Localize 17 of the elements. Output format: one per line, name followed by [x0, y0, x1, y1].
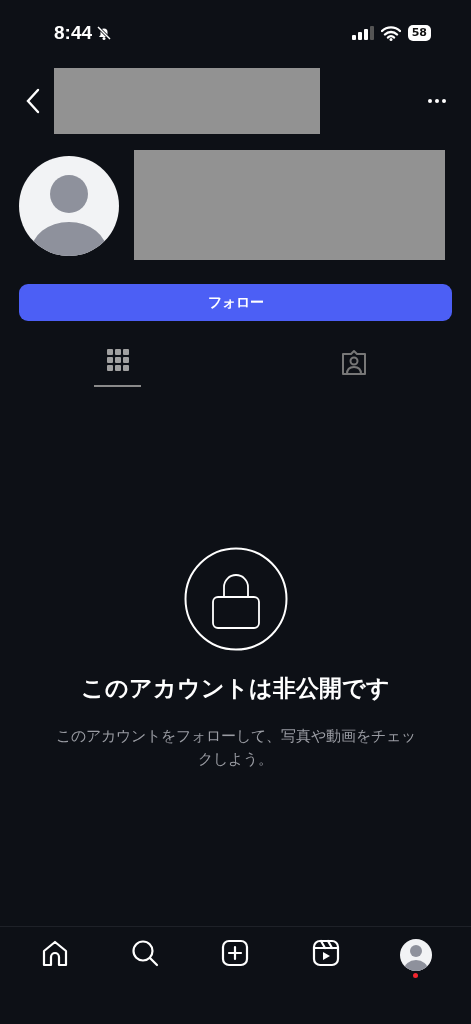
battery-indicator: 58 [407, 25, 431, 41]
private-account-title: このアカウントは非公開です [81, 674, 390, 703]
status-time: 8:44 [54, 22, 93, 44]
add-icon[interactable] [221, 939, 250, 967]
lock-icon [183, 547, 288, 651]
more-icon[interactable] [427, 98, 447, 104]
reels-icon[interactable] [311, 939, 340, 967]
search-icon[interactable] [131, 939, 160, 967]
tagged-person-icon [339, 349, 368, 377]
follow-button[interactable]: フォロー [19, 284, 452, 321]
grid-icon [106, 349, 129, 371]
private-account-message: このアカウントをフォローして、写真や動画をチェックしよう。 [54, 726, 417, 769]
wifi-icon [380, 25, 401, 41]
signal-icon [351, 26, 374, 40]
home-icon[interactable] [41, 939, 70, 967]
back-icon[interactable] [26, 88, 40, 114]
profile-avatar-icon[interactable] [399, 939, 432, 971]
